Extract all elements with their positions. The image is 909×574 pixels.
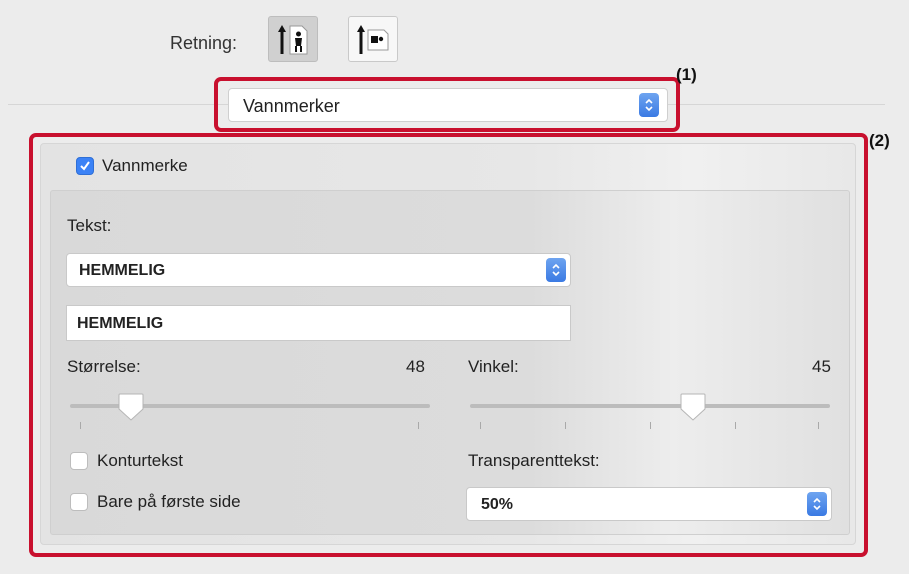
- watermark-checkbox-label: Vannmerke: [102, 156, 188, 175]
- text-select[interactable]: HEMMELIG: [66, 253, 571, 287]
- callout-label-1: (1): [676, 65, 697, 84]
- checkmark-icon: [80, 161, 90, 171]
- callout-label-2: (2): [869, 131, 890, 150]
- angle-value: 45: [812, 357, 831, 376]
- watermark-text-field[interactable]: HEMMELIG: [66, 305, 571, 341]
- transparency-label: Transparenttekst:: [468, 451, 600, 470]
- angle-slider-tick: [818, 422, 819, 429]
- angle-slider-tick: [650, 422, 651, 429]
- angle-slider-track[interactable]: [470, 404, 830, 408]
- first-page-only-checkbox[interactable]: [70, 493, 88, 511]
- first-page-only-label: Bare på første side: [97, 492, 241, 511]
- transparency-select[interactable]: 50%: [466, 487, 832, 521]
- watermark-settings-group: [50, 190, 850, 535]
- select-stepper-icon: [546, 258, 566, 282]
- landscape-icon: [357, 25, 389, 54]
- size-value: 48: [406, 357, 425, 376]
- size-slider-thumb[interactable]: [117, 392, 145, 422]
- transparency-stepper-icon: [807, 492, 827, 516]
- orientation-label: Retning:: [170, 33, 238, 53]
- size-slider-tick: [418, 422, 419, 429]
- callout-box-1: [214, 77, 680, 132]
- portrait-icon: [278, 25, 308, 55]
- angle-slider-tick: [480, 422, 481, 429]
- outline-text-checkbox[interactable]: [70, 452, 88, 470]
- angle-slider-thumb[interactable]: [679, 392, 707, 422]
- transparency-value: 50%: [481, 496, 514, 513]
- watermark-text-value: HEMMELIG: [77, 315, 164, 332]
- size-slider-tick: [80, 422, 81, 429]
- angle-label: Vinkel:: [468, 357, 519, 376]
- portrait-orientation-button[interactable]: [268, 16, 318, 62]
- watermark-checkbox[interactable]: [76, 157, 94, 175]
- text-label: Tekst:: [67, 216, 112, 235]
- outline-text-label: Konturtekst: [97, 451, 183, 470]
- angle-slider-tick: [735, 422, 736, 429]
- size-label: Størrelse:: [67, 357, 141, 376]
- angle-slider-tick: [565, 422, 566, 429]
- landscape-orientation-button[interactable]: [348, 16, 398, 62]
- text-select-value: HEMMELIG: [79, 262, 166, 279]
